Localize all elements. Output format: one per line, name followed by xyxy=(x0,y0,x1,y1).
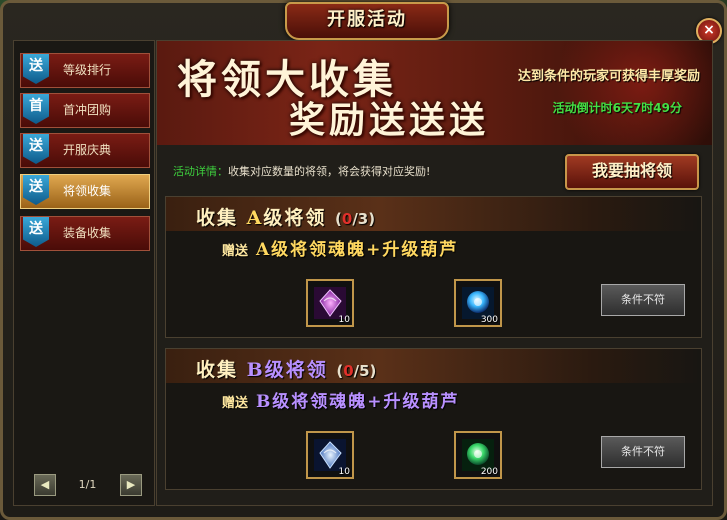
title-prefix: 收集 xyxy=(196,207,239,229)
item-quantity: 300 xyxy=(480,315,498,325)
sidebar-item-level-ranking[interactable]: 送 等级排行 xyxy=(20,53,150,88)
sidebar-pager: ◀ 1/1 ▶ xyxy=(20,474,142,498)
gift-badge-icon: 送 xyxy=(23,134,49,164)
details-text: 收集对应数量的将领，将会获得对应奖励! xyxy=(228,165,431,178)
title-suffix: 级将领 xyxy=(264,359,328,381)
grade-letter: B xyxy=(246,359,265,381)
reward-item-slot[interactable]: 200 xyxy=(454,431,502,479)
first-badge-icon: 首 xyxy=(23,94,49,124)
title-prefix: 收集 xyxy=(196,359,239,381)
progress-total: /3) xyxy=(352,210,376,228)
next-page-button[interactable]: ▶ xyxy=(120,474,142,496)
grade-letter: A xyxy=(246,207,264,229)
progress-current: 0 xyxy=(343,362,354,380)
reward-prefix: 赠送 xyxy=(222,396,249,411)
page-indicator: 1/1 xyxy=(78,478,97,491)
main-panel: 将领大收集 奖励送送送 达到条件的玩家可获得丰厚奖励 活动倒计时6天7时49分 … xyxy=(156,40,713,506)
reward-text: B级将领魂魄+升级葫芦 xyxy=(255,392,460,412)
progress-open: ( xyxy=(335,210,342,228)
item-quantity: 10 xyxy=(338,315,350,325)
reward-description: 赠送 A级将领魂魄+升级葫芦 xyxy=(222,235,458,260)
arrow-left-icon: ◀ xyxy=(40,478,50,491)
countdown-timer: 活动倒计时6天7时49分 xyxy=(552,101,682,115)
card-title: 收集 A级将领 (0/3) xyxy=(196,203,375,230)
reward-text: A级将领魂魄+升级葫芦 xyxy=(255,240,459,260)
window-title: 开服活动 xyxy=(327,9,407,30)
activity-details: 活动详情：收集对应数量的将领，将会获得对应奖励! xyxy=(173,163,430,179)
window-title-plate: 开服活动 xyxy=(285,2,449,40)
progress-current: 0 xyxy=(341,210,353,228)
title-suffix: 级将领 xyxy=(263,207,327,229)
gift-badge-icon: 送 xyxy=(23,54,49,84)
sidebar-item-equipment-collection[interactable]: 送 装备收集 xyxy=(20,216,150,251)
collect-progress: (0/5) xyxy=(336,362,376,380)
claim-status-button[interactable]: 条件不符 xyxy=(601,284,685,316)
arrow-right-icon: ▶ xyxy=(126,478,136,491)
item-quantity: 10 xyxy=(338,467,350,477)
reward-prefix: 赠送 xyxy=(222,244,249,259)
sidebar-item-celebration[interactable]: 送 开服庆典 xyxy=(20,133,150,168)
draw-general-button[interactable]: 我要抽将领 xyxy=(565,154,699,190)
gift-badge-icon: 送 xyxy=(23,217,49,247)
sidebar-item-first-recharge[interactable]: 首 首冲团购 xyxy=(20,93,150,128)
sidebar-item-general-collection[interactable]: 送 将领收集 xyxy=(20,174,150,209)
banner-subtitle: 达到条件的玩家可获得丰厚奖励 xyxy=(517,69,700,84)
sidebar-item-label: 将领收集 xyxy=(63,184,112,198)
card-title: 收集 B级将领 (0/5) xyxy=(196,355,376,382)
close-icon: × xyxy=(703,22,715,38)
gift-badge-icon: 送 xyxy=(23,175,49,205)
reward-item-slot[interactable]: 10 xyxy=(306,431,354,479)
banner-title-line2: 奖励送送送 xyxy=(289,99,490,141)
reward-item-slot[interactable]: 10 xyxy=(306,279,354,327)
claim-status-button[interactable]: 条件不符 xyxy=(601,436,685,468)
prev-page-button[interactable]: ◀ xyxy=(34,474,56,496)
collect-progress: (0/3) xyxy=(335,210,375,228)
sidebar-item-label: 开服庆典 xyxy=(63,143,112,157)
sidebar-item-label: 装备收集 xyxy=(63,226,112,240)
reward-description: 赠送 B级将领魂魄+升级葫芦 xyxy=(222,387,460,412)
banner-glow xyxy=(537,41,712,145)
event-banner: 将领大收集 奖励送送送 达到条件的玩家可获得丰厚奖励 活动倒计时6天7时49分 xyxy=(157,41,712,145)
sidebar-item-label: 等级排行 xyxy=(63,63,112,77)
item-quantity: 200 xyxy=(480,467,498,477)
reward-item-slot[interactable]: 300 xyxy=(454,279,502,327)
sidebar-item-label: 首冲团购 xyxy=(63,103,112,117)
sidebar: 送 等级排行 首 首冲团购 送 开服庆典 送 将领收集 送 装备收集 xyxy=(13,40,155,506)
collection-card-a: 收集 A级将领 (0/3) 赠送 A级将领魂魄+升级葫芦 10 300 条件不符 xyxy=(165,196,702,338)
details-label: 活动详情： xyxy=(173,165,228,178)
collection-card-b: 收集 B级将领 (0/5) 赠送 B级将领魂魄+升级葫芦 10 200 条件不符 xyxy=(165,348,702,490)
progress-total: /5) xyxy=(353,362,377,380)
